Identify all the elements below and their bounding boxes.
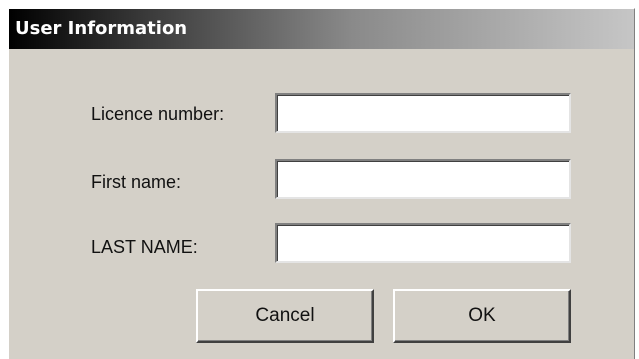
licence-number-label: Licence number: <box>91 104 225 124</box>
licence-number-input[interactable] <box>275 93 571 133</box>
user-information-dialog: User Information Licence number: First n… <box>8 8 635 359</box>
first-name-input[interactable] <box>275 159 571 199</box>
ok-button[interactable]: OK <box>393 289 571 343</box>
last-name-label: LAST NAME: <box>91 237 198 257</box>
title-bar: User Information <box>9 9 634 49</box>
cancel-button[interactable]: Cancel <box>196 289 374 343</box>
dialog-title: User Information <box>15 18 188 39</box>
last-name-input[interactable] <box>275 223 571 263</box>
first-name-label: First name: <box>91 172 182 192</box>
